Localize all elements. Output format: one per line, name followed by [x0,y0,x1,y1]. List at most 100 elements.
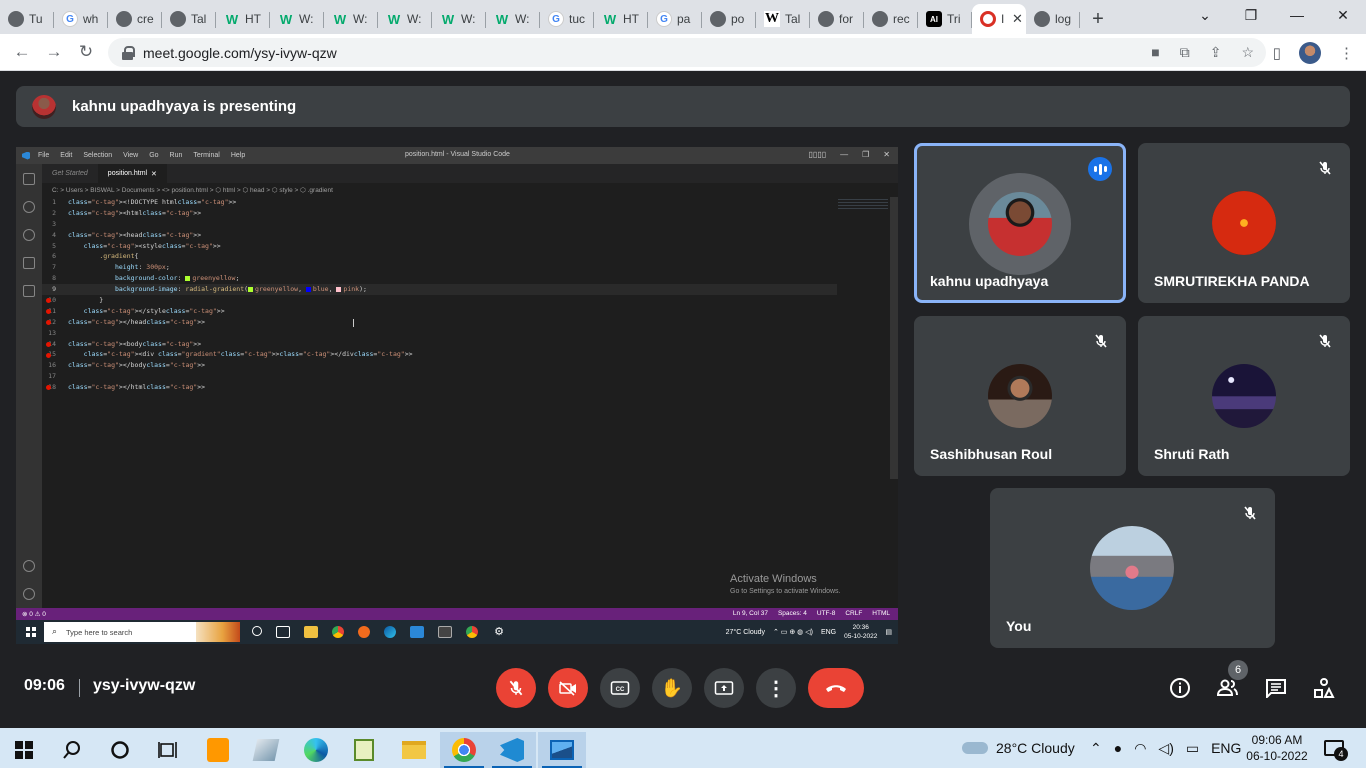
network-icon[interactable]: ◠ [1134,740,1146,757]
cortana-button[interactable] [96,732,144,768]
mic-toggle-button[interactable] [496,668,536,708]
browser-tab[interactable]: Gtuc [540,4,594,34]
activate-windows-watermark: Activate Windows Go to Settings to activ… [730,573,841,595]
minimize-icon[interactable]: — [1274,0,1320,30]
volume-icon[interactable]: ◁) [1158,740,1173,757]
mic-off-icon [1314,330,1336,352]
camera-permission-icon[interactable]: ■ [1151,44,1159,61]
browser-tab[interactable]: W HT [216,4,270,34]
participant-tile[interactable]: Sashibhusan Roul [914,316,1126,476]
search-button[interactable] [48,732,96,768]
side-panel-icon[interactable]: ▯ [1273,44,1281,62]
bookmark-star-icon[interactable]: ☆ [1241,44,1254,61]
vscode-menu-item: Help [230,152,246,159]
file-explorer-app[interactable] [390,732,438,768]
taskbar-clock[interactable]: 09:06 AM 06-10-2022 [1244,732,1310,764]
browser-tab-title: Tal [785,12,801,26]
google-icon: G [548,11,564,27]
more-vert-icon: ⋮ [766,677,786,700]
browser-tab[interactable]: W W: [378,4,432,34]
participant-name: You [1006,618,1032,634]
start-icon [26,627,36,637]
app-button[interactable] [242,732,290,768]
participant-avatar [988,192,1052,256]
weather-widget[interactable]: 28°C Cloudy [962,728,1075,768]
browser-tab[interactable]: log [1026,4,1080,34]
browser-tab-title: tuc [569,12,586,26]
battery-icon[interactable]: ▭ [1186,740,1199,757]
vscode-status-item: UTF-8 [816,610,836,617]
browser-tab[interactable]: po [702,4,756,34]
maximize-icon[interactable]: ❐ [1228,0,1274,30]
present-button[interactable] [704,668,744,708]
profile-avatar[interactable] [1299,41,1321,64]
task-view-button[interactable] [144,732,192,768]
back-icon[interactable]: ← [6,36,38,68]
forward-icon[interactable]: → [38,36,70,68]
meeting-details-button[interactable] [1166,674,1194,702]
code-text: class="c-tag"></htmlclass="c-tag">> [68,383,206,392]
browser-tab[interactable]: Gwh [54,4,108,34]
camera-toggle-button[interactable] [548,668,588,708]
browser-tab-title: Tu [29,12,43,26]
more-options-button[interactable]: ⋮ [756,668,796,708]
browser-tab[interactable]: W W: [486,4,540,34]
google-icon: G [62,11,78,27]
vscode-status-item: CRLF [845,610,863,617]
raise-hand-button[interactable]: ✋ [652,668,692,708]
show-hidden-icons-icon[interactable]: ⌃ [1090,740,1102,757]
notification-center-icon[interactable]: 4 [1324,740,1348,761]
chrome-app[interactable] [440,732,488,768]
breakpoint-icon [46,319,51,325]
captions-button[interactable]: CC [600,668,640,708]
new-tab-button[interactable]: + [1080,4,1116,34]
close-tab-icon[interactable]: ✕ [1012,11,1023,27]
open-in-new-icon[interactable]: ⧉ [1180,44,1190,61]
code-text: class="c-tag"></bodyclass="c-tag">> [68,361,206,370]
reload-icon[interactable]: ↻ [70,36,102,68]
browser-tab[interactable]: AI Tri [918,4,972,34]
participant-tile[interactable]: kahnu upadhyaya [914,143,1126,303]
meeting-code[interactable]: ysy-ivyw-qzw [93,677,195,695]
browser-tab[interactable]: W Tal [756,4,810,34]
edge-app[interactable] [292,732,340,768]
code-line: 7 height: 300px; [42,262,837,273]
browser-tab[interactable]: Tu [0,4,54,34]
browser-tab[interactable]: for [810,4,864,34]
participant-tile[interactable]: SMRUTIREKHA PANDA [1138,143,1350,303]
browser-tab[interactable]: cre [108,4,162,34]
activities-button[interactable] [1310,674,1338,702]
browser-tab[interactable]: Gpa [648,4,702,34]
sublime-text-app[interactable] [194,732,242,768]
browser-tab-title: W: [515,12,530,26]
share-icon[interactable]: ⇪ [1210,44,1222,61]
file-explorer-icon [304,626,318,638]
browser-tab[interactable]: W W: [432,4,486,34]
chat-button[interactable] [1262,674,1290,702]
participant-tile[interactable]: Shruti Rath [1138,316,1350,476]
vscode-menu-item: Selection [83,152,113,159]
close-window-icon[interactable]: ✕ [1320,0,1366,30]
start-button[interactable] [0,732,48,768]
browser-tab[interactable]: W W: [324,4,378,34]
notepad-app[interactable] [340,732,388,768]
leave-call-button[interactable] [808,668,864,708]
chrome-menu-icon[interactable]: ⋮ [1339,44,1354,62]
browser-tab[interactable]: Tal [162,4,216,34]
tab-search-icon[interactable]: ⌄ [1182,0,1228,30]
line-number: 5 [52,241,56,250]
photos-app[interactable] [538,732,586,768]
people-icon [1216,679,1238,696]
vscode-app[interactable] [488,732,536,768]
mic-off-icon [1090,330,1112,352]
browser-tab[interactable]: W HT [594,4,648,34]
self-tile[interactable]: You [990,488,1275,648]
lock-icon[interactable] [122,45,135,60]
browser-tab[interactable]: rec [864,4,918,34]
browser-tab[interactable]: W W: [270,4,324,34]
browser-tab[interactable]: I ✕ [972,4,1026,34]
microphone-icon[interactable]: ● [1114,740,1122,756]
people-button[interactable] [1214,674,1242,702]
input-language[interactable]: ENG [1211,740,1241,756]
address-bar[interactable]: meet.google.com/ysy-ivyw-qzw ■ ⧉ ⇪ ☆ [108,38,1266,67]
